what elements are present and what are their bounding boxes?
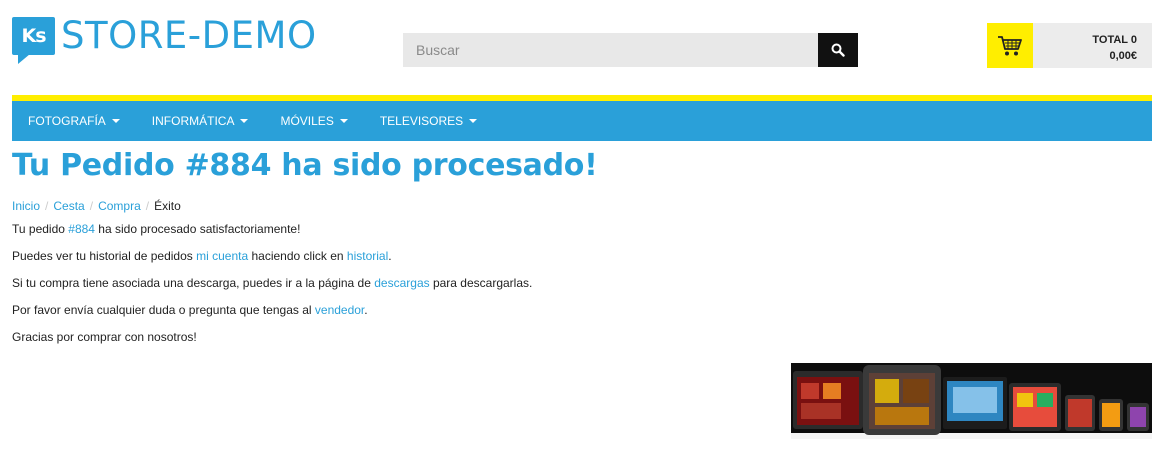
downloads-text: Si tu compra tiene asociada una descarga… — [12, 276, 533, 290]
search-icon — [831, 43, 845, 57]
seller-link[interactable]: vendedor — [315, 303, 364, 317]
cart-summary[interactable]: TOTAL 0 0,00€ — [1033, 23, 1152, 68]
store-logo[interactable]: Ks STORE-DEMO — [12, 14, 317, 64]
caret-down-icon — [469, 119, 478, 123]
nav-item-fotografia[interactable]: FOTOGRAFÍA — [12, 101, 136, 141]
main-nav: FOTOGRAFÍA INFORMÁTICA MÓVILES TELEVISOR… — [12, 101, 1152, 141]
nav-item-televisores[interactable]: TELEVISORES — [364, 101, 493, 141]
page-title: Tu Pedido #884 ha sido procesado! — [12, 148, 598, 183]
order-success-content: Tu pedido #884 ha sido procesado satisfa… — [12, 222, 912, 357]
search-button[interactable] — [818, 33, 858, 67]
my-account-link[interactable]: mi cuenta — [196, 249, 248, 263]
order-number-link[interactable]: #884 — [68, 222, 95, 236]
promo-banner-image[interactable] — [791, 333, 1152, 439]
order-processed-text: Tu pedido #884 ha sido procesado satisfa… — [12, 222, 301, 236]
cart-amount: 0,00€ — [1109, 50, 1137, 62]
breadcrumb: Inicio / Cesta / Compra / Éxito — [12, 199, 181, 213]
breadcrumb-compra[interactable]: Compra — [98, 199, 141, 213]
nav-item-moviles[interactable]: MÓVILES — [264, 101, 363, 141]
nav-item-label: TELEVISORES — [379, 114, 464, 128]
caret-down-icon — [111, 119, 120, 123]
breadcrumb-cesta[interactable]: Cesta — [53, 199, 84, 213]
breadcrumb-separator: / — [89, 199, 94, 213]
breadcrumb-separator: / — [45, 199, 49, 213]
cart-widget[interactable]: TOTAL 0 0,00€ — [987, 23, 1152, 68]
breadcrumb-current: Éxito — [154, 199, 181, 213]
order-history-text: Puedes ver tu historial de pedidos mi cu… — [12, 249, 392, 263]
nav-item-label: INFORMÁTICA — [151, 114, 235, 128]
cart-icon-box[interactable] — [987, 23, 1033, 68]
nav-item-label: FOTOGRAFÍA — [28, 114, 106, 128]
nav-item-label: MÓVILES — [280, 114, 334, 128]
contact-seller-text: Por favor envía cualquier duda o pregunt… — [12, 303, 368, 317]
cart-total-label: TOTAL 0 — [1092, 34, 1137, 46]
caret-down-icon — [240, 119, 249, 123]
caret-down-icon — [339, 119, 348, 123]
history-link[interactable]: historial — [347, 249, 388, 263]
search-bar — [403, 33, 858, 67]
logo-text: STORE-DEMO — [61, 14, 317, 57]
breadcrumb-separator: / — [145, 199, 150, 213]
shopping-cart-icon — [998, 35, 1022, 55]
downloads-link[interactable]: descargas — [374, 276, 429, 290]
breadcrumb-inicio[interactable]: Inicio — [12, 199, 40, 213]
search-input[interactable] — [403, 33, 818, 67]
logo-badge: Ks — [12, 17, 55, 64]
devices-banner-graphic — [791, 333, 1152, 439]
nav-item-informatica[interactable]: INFORMÁTICA — [136, 101, 265, 141]
thanks-text: Gracias por comprar con nosotros! — [12, 330, 197, 344]
